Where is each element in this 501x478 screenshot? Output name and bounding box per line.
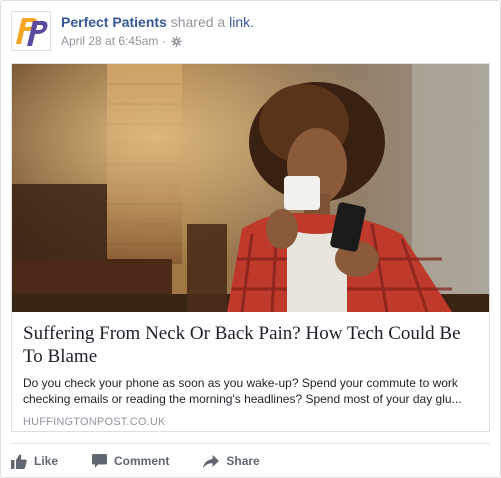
post-header: Perfect Patients shared a link. April 28… [11, 11, 490, 55]
gear-icon[interactable] [171, 36, 182, 50]
post-meta: Perfect Patients shared a link. April 28… [61, 14, 254, 50]
action-text: shared a [170, 14, 226, 30]
link-preview-description: Do you check your phone as soon as you w… [23, 376, 462, 406]
share-label: Share [226, 454, 260, 468]
link-preview-text: Suffering From Neck Or Back Pain? How Te… [23, 322, 481, 428]
like-label: Like [34, 454, 59, 468]
action-bar-divider [11, 443, 490, 444]
shared-link-link[interactable]: link. [229, 14, 254, 30]
facebook-post: Perfect Patients shared a link. April 28… [0, 0, 501, 478]
post-subline: April 28 at 6:45am · [61, 34, 254, 50]
comment-button[interactable]: Comment [92, 454, 169, 468]
comment-bubble-icon [92, 454, 108, 468]
share-button[interactable]: Share [203, 454, 260, 468]
woman-with-phone-photo [12, 64, 489, 312]
page-name-link[interactable]: Perfect Patients [61, 14, 167, 30]
thumbs-up-icon [11, 453, 27, 469]
separator: · [161, 34, 166, 48]
like-button[interactable]: Like [11, 453, 59, 469]
link-preview-domain: HUFFINGTONPOST.CO.UK [23, 416, 166, 428]
timestamp-link[interactable]: April 28 at 6:45am [61, 34, 158, 48]
link-preview-card[interactable]: Suffering From Neck Or Back Pain? How Te… [11, 63, 490, 432]
comment-label: Comment [114, 454, 170, 468]
action-bar: Like Comment Share [11, 450, 294, 472]
post-headline: Perfect Patients shared a link. [61, 14, 254, 30]
page-avatar[interactable] [11, 11, 51, 51]
share-arrow-icon [203, 454, 220, 468]
perfect-patients-logo-icon [12, 12, 50, 50]
link-preview-image[interactable] [12, 64, 489, 312]
link-preview-title[interactable]: Suffering From Neck Or Back Pain? How Te… [23, 322, 481, 368]
